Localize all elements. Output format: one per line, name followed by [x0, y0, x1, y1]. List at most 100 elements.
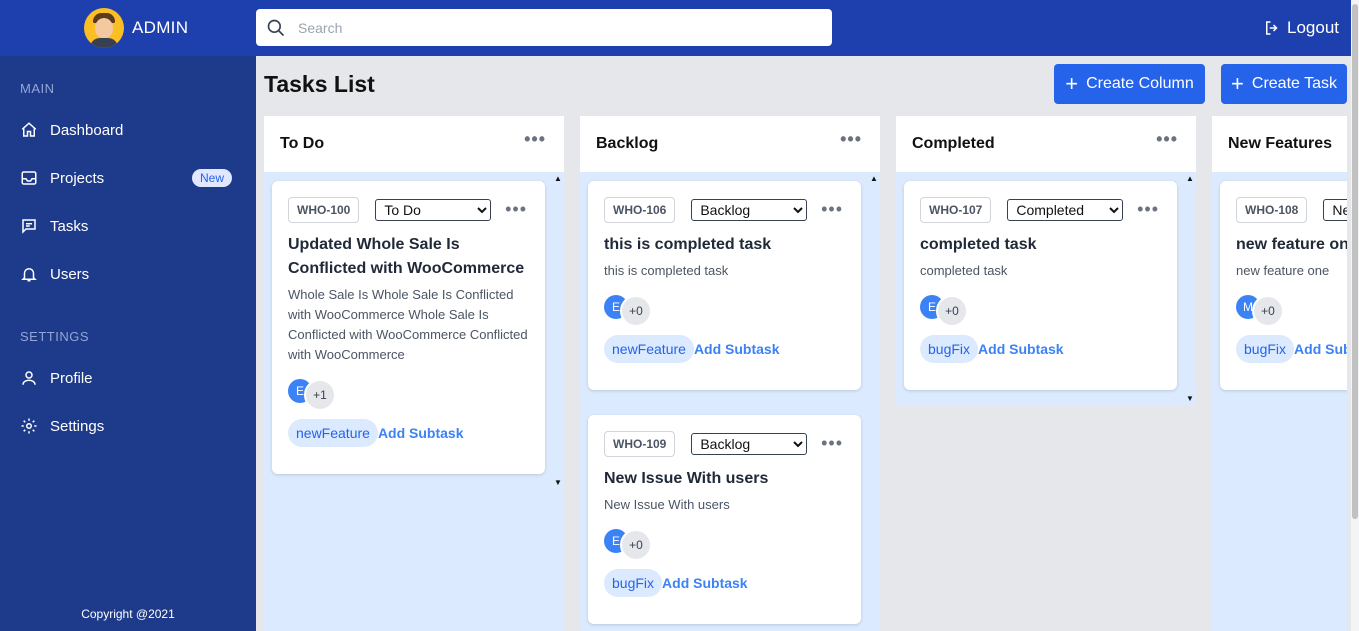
more-members-count[interactable]: +0: [1252, 295, 1284, 327]
add-subtask-link[interactable]: Add Subtask: [378, 425, 464, 441]
task-tag[interactable]: bugFix: [604, 569, 663, 597]
add-subtask-link[interactable]: Add Subtask: [1294, 341, 1347, 357]
column-title: To Do: [280, 135, 325, 152]
task-tag[interactable]: bugFix: [920, 335, 979, 363]
scroll-up-arrow[interactable]: ▲: [870, 174, 878, 183]
sidebar: MAIN Dashboard Projects New Tasks Users …: [0, 56, 256, 631]
sidebar-item-settings[interactable]: Settings: [20, 412, 236, 440]
create-column-label: Create Column: [1086, 75, 1194, 92]
task-members: E +0: [604, 525, 845, 561]
status-select[interactable]: New Features: [1323, 199, 1347, 221]
column-title: Backlog: [596, 135, 659, 152]
section-label-main: MAIN: [20, 81, 55, 96]
search-icon: [267, 19, 285, 36]
task-tag[interactable]: newFeature: [604, 335, 694, 363]
add-subtask-link[interactable]: Add Subtask: [978, 341, 1064, 357]
sidebar-item-tasks[interactable]: Tasks: [20, 212, 236, 240]
task-id: WHO-100: [288, 197, 360, 223]
column-menu-icon[interactable]: •••: [840, 130, 862, 148]
logout-button[interactable]: Logout: [1263, 18, 1339, 38]
column-header: Backlog •••: [580, 116, 880, 172]
status-select[interactable]: Backlog: [691, 433, 808, 455]
column-header: To Do •••: [264, 116, 564, 172]
task-members: E +0: [920, 291, 1161, 327]
scroll-up-arrow[interactable]: ▲: [1186, 174, 1194, 183]
more-members-count[interactable]: +0: [936, 295, 968, 327]
column-menu-icon[interactable]: •••: [524, 130, 546, 148]
task-tag[interactable]: bugFix: [1236, 335, 1295, 363]
home-icon: [21, 122, 37, 137]
brand[interactable]: ADMIN: [84, 8, 188, 48]
sidebar-item-label: Dashboard: [50, 121, 124, 139]
create-task-label: Create Task: [1251, 75, 1337, 92]
column-menu-icon[interactable]: •••: [1156, 130, 1178, 148]
task-description: new feature one: [1236, 263, 1330, 278]
task-card[interactable]: WHO-107 Completed ••• completed task com…: [904, 181, 1177, 390]
column-completed: Completed ••• WHO-107 Completed ••• comp…: [896, 116, 1196, 406]
scroll-down-arrow[interactable]: ▼: [1186, 394, 1194, 403]
task-card[interactable]: WHO-108 New Features ••• new feature one…: [1220, 181, 1347, 390]
task-description: Whole Sale Is Whole Sale Is Conflicted w…: [288, 287, 528, 362]
sidebar-item-profile[interactable]: Profile: [20, 364, 236, 392]
more-members-count[interactable]: +0: [620, 529, 652, 561]
user-icon: [22, 371, 36, 385]
more-members-count[interactable]: +0: [620, 295, 652, 327]
scrollbar-thumb[interactable]: [1352, 4, 1358, 519]
task-title: completed task: [920, 236, 1037, 253]
scroll-up-arrow[interactable]: ▲: [554, 174, 562, 183]
column-to-do: To Do ••• WHO-100 To Do ••• Updated Whol…: [264, 116, 564, 631]
task-members: E +1: [288, 375, 529, 411]
task-members: M +0: [1236, 291, 1347, 327]
logout-label: Logout: [1287, 18, 1339, 37]
column-title: Completed: [912, 135, 995, 152]
new-badge: New: [191, 169, 232, 187]
task-card[interactable]: WHO-100 To Do ••• Updated Whole Sale Is …: [272, 181, 545, 474]
brand-name: ADMIN: [132, 18, 189, 37]
status-select[interactable]: To Do: [375, 199, 492, 221]
task-title: Updated Whole Sale Is Conflicted with Wo…: [288, 236, 525, 277]
column-header: Completed •••: [896, 116, 1196, 172]
plus-icon: +: [1065, 71, 1079, 96]
sidebar-item-dashboard[interactable]: Dashboard: [20, 116, 236, 144]
scroll-down-arrow[interactable]: ▼: [554, 478, 562, 487]
task-card[interactable]: WHO-106 Backlog ••• this is completed ta…: [588, 181, 861, 390]
page-scrollbar[interactable]: [1351, 0, 1359, 631]
sidebar-item-label: Users: [50, 265, 90, 283]
task-tag[interactable]: newFeature: [288, 419, 378, 447]
create-task-button[interactable]: + Create Task: [1221, 64, 1347, 104]
task-description: this is completed task: [604, 263, 729, 278]
logout-icon: [1266, 21, 1278, 35]
task-id: WHO-109: [604, 431, 676, 457]
card-menu-icon[interactable]: •••: [821, 200, 843, 218]
column-title: New Features: [1228, 135, 1333, 152]
task-card[interactable]: WHO-109 Backlog ••• New Issue With users…: [588, 415, 861, 624]
task-id: WHO-108: [1236, 197, 1308, 223]
task-title: New Issue With users: [604, 470, 769, 487]
sidebar-item-label: Profile: [50, 369, 93, 387]
sidebar-item-label: Tasks: [50, 217, 89, 235]
task-members: E +0: [604, 291, 845, 327]
create-column-button[interactable]: + Create Column: [1054, 64, 1205, 104]
add-subtask-link[interactable]: Add Subtask: [662, 575, 748, 591]
card-menu-icon[interactable]: •••: [821, 434, 843, 452]
gear-icon: [21, 418, 37, 434]
sidebar-item-users[interactable]: Users: [20, 260, 236, 288]
card-menu-icon[interactable]: •••: [505, 200, 527, 218]
task-id: WHO-106: [604, 197, 676, 223]
add-subtask-link[interactable]: Add Subtask: [694, 341, 780, 357]
task-description: completed task: [920, 263, 1008, 278]
search-box[interactable]: [256, 9, 832, 46]
kanban-board: To Do ••• WHO-100 To Do ••• Updated Whol…: [264, 116, 1347, 631]
status-select[interactable]: Completed: [1007, 199, 1124, 221]
status-select[interactable]: Backlog: [691, 199, 808, 221]
sidebar-item-projects[interactable]: Projects New: [20, 164, 236, 192]
search-input[interactable]: [298, 19, 798, 36]
admin-avatar: [84, 8, 124, 48]
top-bar: ADMIN Logout: [0, 0, 1359, 56]
card-menu-icon[interactable]: •••: [1137, 200, 1159, 218]
section-label-settings: SETTINGS: [20, 329, 90, 344]
column-backlog: Backlog ••• WHO-106 Backlog ••• this is …: [580, 116, 880, 631]
inbox-icon: [21, 171, 37, 185]
plus-icon: +: [1231, 71, 1244, 96]
more-members-count[interactable]: +1: [304, 379, 336, 411]
